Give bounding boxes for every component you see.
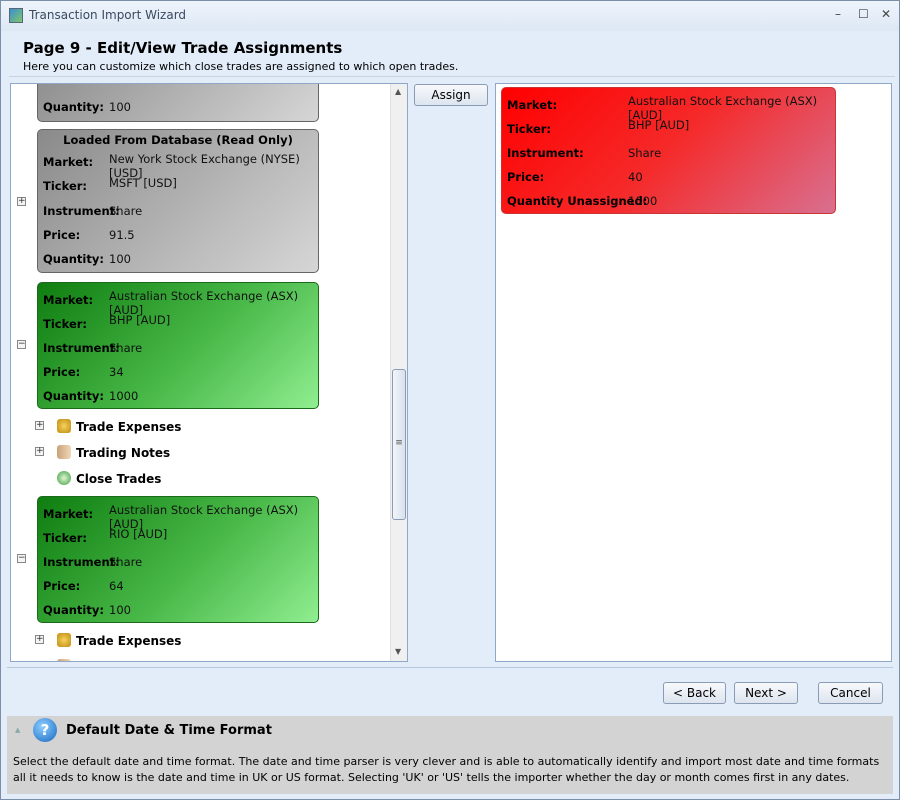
quantity-label: Quantity: bbox=[43, 100, 104, 114]
price-label: Price: bbox=[43, 579, 81, 593]
scroll-up-arrow-icon[interactable]: ▲ bbox=[395, 87, 401, 96]
expand-icon[interactable]: + bbox=[35, 635, 44, 644]
expand-icon[interactable]: + bbox=[35, 447, 44, 456]
market-label: Market: bbox=[43, 155, 94, 169]
help-icon: ? bbox=[33, 718, 57, 742]
collapse-arrow-icon[interactable]: ▲ bbox=[15, 726, 20, 734]
next-button[interactable]: Next > bbox=[734, 682, 798, 704]
collapse-icon[interactable]: − bbox=[17, 554, 26, 563]
tree-item-close-trades[interactable]: Close Trades bbox=[76, 472, 161, 486]
divider bbox=[7, 667, 893, 668]
ticker-value: RIO [AUD] bbox=[109, 527, 168, 541]
open-trade-card[interactable]: Loaded From Database (Read Only) Market:… bbox=[37, 129, 319, 273]
instrument-value: Share bbox=[109, 341, 143, 355]
instrument-value: Share bbox=[109, 204, 143, 218]
wizard-window: Transaction Import Wizard – ☐ ✕ Page 9 -… bbox=[0, 0, 900, 800]
price-label: Price: bbox=[507, 170, 545, 184]
quantity-value: 100 bbox=[109, 252, 131, 266]
price-value: 64 bbox=[109, 579, 124, 593]
notes-icon bbox=[57, 445, 71, 459]
app-icon bbox=[9, 8, 23, 23]
instrument-value: Share bbox=[628, 146, 662, 160]
page-subtitle: Here you can customize which close trade… bbox=[23, 60, 459, 73]
coins-icon bbox=[57, 633, 71, 647]
ticker-label: Ticker: bbox=[43, 179, 88, 193]
quantity-label: Quantity: bbox=[43, 389, 104, 403]
help-text: Select the default date and time format.… bbox=[13, 755, 880, 784]
open-trade-card[interactable]: Market: Australian Stock Exchange (ASX) … bbox=[37, 496, 319, 623]
quantity-unassigned-value: 1000 bbox=[628, 194, 658, 208]
help-title: Default Date & Time Format bbox=[66, 723, 272, 738]
ticker-value: MSFT [USD] bbox=[109, 176, 177, 190]
vertical-scrollbar[interactable]: ▲ ≡ ▼ bbox=[390, 84, 407, 661]
window-title: Transaction Import Wizard bbox=[29, 8, 187, 22]
cancel-button[interactable]: Cancel bbox=[818, 682, 883, 704]
instrument-label: Instrument: bbox=[507, 146, 584, 160]
maximize-button[interactable]: ☐ bbox=[858, 7, 869, 21]
market-label: Market: bbox=[43, 293, 94, 307]
market-label: Market: bbox=[507, 98, 558, 112]
price-value: 34 bbox=[109, 365, 124, 379]
price-label: Price: bbox=[43, 228, 81, 242]
expand-icon[interactable]: + bbox=[35, 421, 44, 430]
close-button[interactable]: ✕ bbox=[881, 7, 891, 21]
ticker-value: BHP [AUD] bbox=[109, 313, 171, 327]
expand-icon[interactable]: + bbox=[17, 197, 26, 206]
price-value: 91.5 bbox=[109, 228, 135, 242]
read-only-header: Loaded From Database (Read Only) bbox=[63, 133, 293, 147]
coins-icon bbox=[57, 419, 71, 433]
open-trade-card[interactable]: Quantity: 100 bbox=[37, 84, 319, 122]
ticker-label: Ticker: bbox=[43, 531, 88, 545]
market-label: Market: bbox=[43, 507, 94, 521]
page-title: Page 9 - Edit/View Trade Assignments bbox=[23, 39, 343, 57]
quantity-label: Quantity: bbox=[43, 603, 104, 617]
notes-icon bbox=[57, 659, 71, 661]
ticker-label: Ticker: bbox=[507, 122, 552, 136]
close-trade-card[interactable]: Market: Australian Stock Exchange (ASX) … bbox=[501, 87, 836, 214]
scroll-thumb[interactable]: ≡ bbox=[392, 369, 406, 520]
assign-button[interactable]: Assign bbox=[414, 84, 488, 106]
close-trades-panel[interactable]: Market: Australian Stock Exchange (ASX) … bbox=[495, 83, 892, 662]
quantity-label: Quantity: bbox=[43, 252, 104, 266]
collapse-icon[interactable]: − bbox=[17, 340, 26, 349]
tree-item-trade-expenses[interactable]: Trade Expenses bbox=[76, 634, 181, 648]
page-header: Page 9 - Edit/View Trade Assignments Her… bbox=[9, 31, 895, 77]
tree-item-trading-notes[interactable]: Trading Notes bbox=[76, 446, 170, 460]
instrument-value: Share bbox=[109, 555, 143, 569]
tree-item-trade-expenses[interactable]: Trade Expenses bbox=[76, 420, 181, 434]
minimize-button[interactable]: – bbox=[835, 7, 841, 21]
quantity-value: 100 bbox=[109, 100, 131, 114]
close-trades-icon bbox=[57, 471, 71, 485]
quantity-value: 100 bbox=[109, 603, 131, 617]
title-bar: Transaction Import Wizard – ☐ ✕ bbox=[1, 1, 899, 31]
ticker-value: BHP [AUD] bbox=[628, 118, 690, 132]
price-value: 40 bbox=[628, 170, 643, 184]
quantity-value: 1000 bbox=[109, 389, 139, 403]
open-trade-card[interactable]: Market: Australian Stock Exchange (ASX) … bbox=[37, 282, 319, 409]
quantity-unassigned-label: Quantity Unassigned: bbox=[507, 194, 648, 208]
back-button[interactable]: < Back bbox=[663, 682, 726, 704]
help-panel: ▲ ? Default Date & Time Format Select th… bbox=[7, 716, 893, 794]
scroll-down-arrow-icon[interactable]: ▼ bbox=[395, 647, 401, 656]
open-trades-tree[interactable]: Quantity: 100 + Loaded From Database (Re… bbox=[10, 83, 408, 662]
ticker-label: Ticker: bbox=[43, 317, 88, 331]
price-label: Price: bbox=[43, 365, 81, 379]
